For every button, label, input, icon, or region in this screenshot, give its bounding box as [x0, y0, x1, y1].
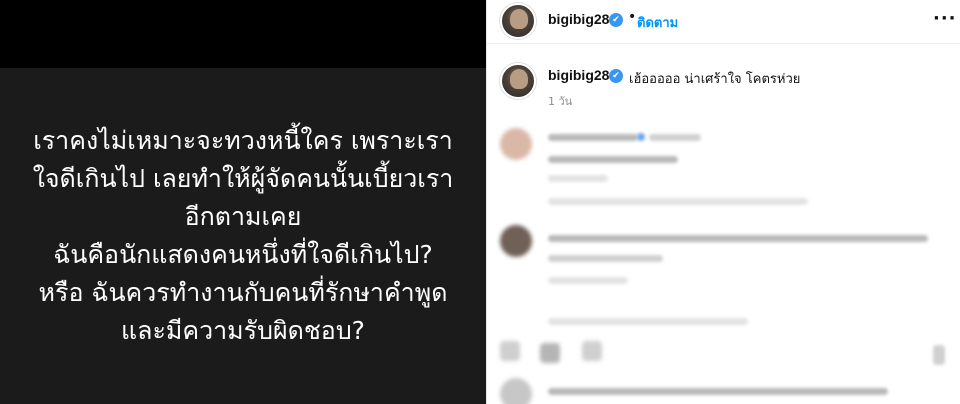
blurred-text	[933, 345, 945, 365]
blurred-text	[548, 388, 888, 395]
post-header: bigibig28 ✔ • ติดตาม ···	[487, 0, 960, 44]
story-text: เราคงไม่เหมาะจะทวงหนี้ใคร เพราะเรา ใจดีเ…	[0, 122, 486, 350]
blurred-emoji	[540, 343, 560, 363]
story-line: ใจดีเกินไป เลยทำให้ผู้จัดคนนั้นเบี้ยวเรา	[32, 164, 454, 193]
username-link[interactable]: bigibig28	[548, 11, 609, 27]
story-line: หรือ ฉันควรทำงานกับคนที่รักษาคำพูด	[38, 278, 448, 307]
caption-username-link[interactable]: bigibig28	[548, 67, 609, 83]
blurred-emoji	[582, 341, 602, 361]
blurred-text	[548, 255, 663, 262]
blurred-text	[548, 156, 678, 163]
story-line: อีกตามเคย	[184, 202, 302, 231]
separator-dot: •	[628, 9, 637, 25]
verified-badge-icon: ✔	[609, 69, 623, 83]
avatar[interactable]	[500, 3, 536, 39]
more-options-icon[interactable]: ···	[933, 8, 957, 29]
blurred-text	[548, 198, 808, 205]
blurred-badge	[637, 133, 645, 141]
post-panel: bigibig28 ✔ • ติดตาม ··· bigibig28 ✔ เฮ้…	[487, 0, 960, 404]
blurred-text	[548, 175, 608, 182]
blurred-text	[548, 277, 628, 284]
comment-avatar	[500, 378, 532, 404]
comment-avatar	[500, 225, 532, 257]
story-panel: เราคงไม่เหมาะจะทวงหนี้ใคร เพราะเรา ใจดีเ…	[0, 0, 486, 404]
blurred-text	[548, 134, 638, 141]
follow-button[interactable]: ติดตาม	[637, 12, 678, 33]
story-line: เราคงไม่เหมาะจะทวงหนี้ใคร เพราะเรา	[33, 126, 453, 155]
comment-avatar	[500, 128, 532, 160]
blurred-text	[548, 235, 928, 242]
caption-timestamp: 1 วัน	[548, 95, 573, 108]
story-line: ฉันคือนักแสดงคนหนึ่งที่ใจดีเกินไป?	[53, 240, 433, 269]
blurred-text	[548, 318, 748, 325]
verified-badge-icon: ✔	[609, 13, 623, 27]
blurred-text	[649, 134, 701, 141]
story-line: และมีความรับผิดชอบ?	[121, 316, 365, 345]
caption-avatar[interactable]	[500, 63, 536, 99]
caption-text: เฮ้อออออ น่าเศร้าใจ โคตรห่วย	[629, 72, 801, 87]
blurred-emoji	[500, 341, 520, 361]
